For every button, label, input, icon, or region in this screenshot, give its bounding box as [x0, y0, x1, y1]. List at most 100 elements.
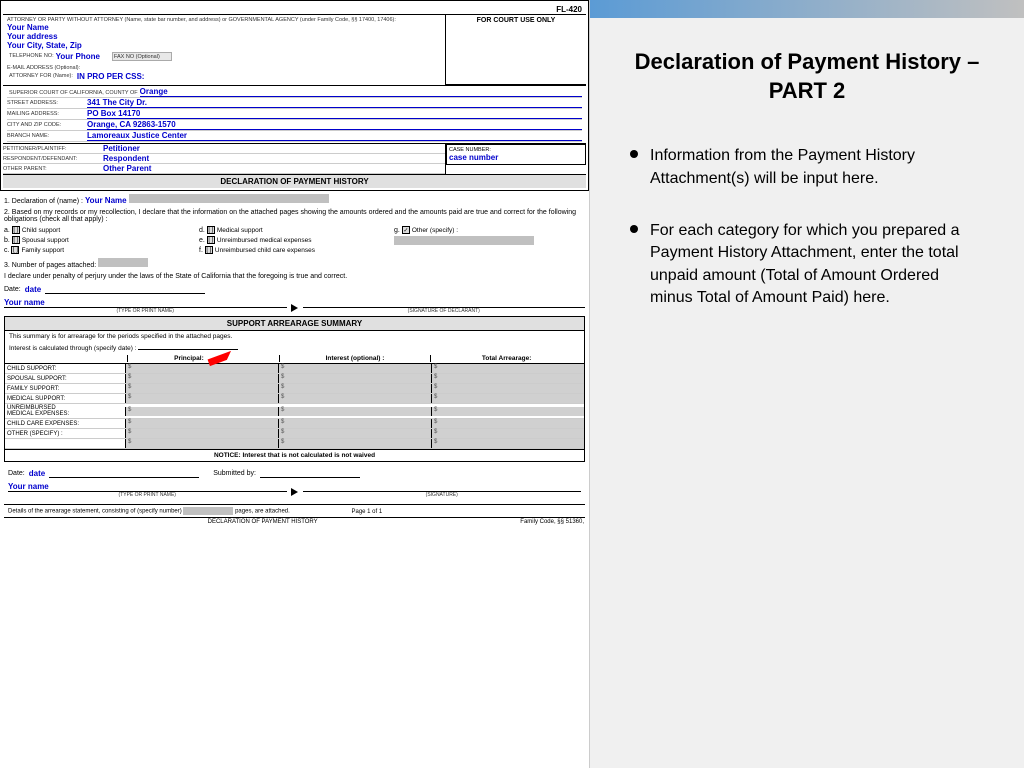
slide-bullet-1: Information from the Payment History Att…	[630, 145, 984, 190]
checkbox-a-box[interactable]: [ ]	[12, 226, 20, 234]
street-label: STREET ADDRESS:	[7, 100, 87, 106]
mailing-label: MAILING ADDRESS:	[7, 111, 87, 117]
interest-date-field	[138, 340, 238, 350]
bottom-form-title: DECLARATION OF PAYMENT HISTORY	[208, 519, 318, 525]
superior-court-label: SUPERIOR COURT OF CALIFORNIA, COUNTY OF	[7, 89, 140, 96]
respondent-value: Respondent	[103, 154, 149, 163]
signature-area-1: Your name (TYPE OR PRINT NAME) (SIGNATUR…	[4, 296, 585, 314]
checkbox-b-label: Spousal support	[22, 237, 69, 244]
checkbox-g-box[interactable]	[402, 226, 410, 234]
branch-label: BRANCH NAME:	[7, 133, 87, 139]
summary-col-interest-header: Interest (optional) :	[279, 355, 431, 362]
attorney-for-row: ATTORNEY FOR (Name): IN PRO PER CSS:	[7, 72, 441, 81]
item1-name: Your Name	[85, 196, 127, 205]
branch-value: Lamoreaux Justice Center	[87, 131, 582, 141]
city-zip-value: Orange, CA 92863-1570	[87, 120, 582, 130]
other-total: $	[431, 429, 584, 438]
family-principal: $	[125, 384, 278, 393]
header-attorney-section: ATTORNEY OR PARTY WITHOUT ATTORNEY (Name…	[3, 14, 586, 85]
respondent-row: RESPONDENT/DEFENDANT: Respondent	[3, 154, 445, 164]
summary-section: SUPPORT ARREARAGE SUMMARY This summary i…	[4, 316, 585, 462]
petitioner-label: PETITIONER/PLAINTIFF:	[3, 146, 103, 152]
street-value: 341 The City Dr.	[87, 98, 582, 108]
child-care-interest: $	[278, 419, 431, 428]
medical-support-label: MEDICAL SUPPORT:	[5, 395, 125, 403]
summary-title: SUPPORT ARREARAGE SUMMARY	[5, 317, 584, 331]
child-support-principal: $	[125, 364, 278, 373]
type-print-label: (TYPE OR PRINT NAME)	[4, 308, 287, 314]
summary-col-principal-header: Principal:	[127, 355, 279, 362]
checkbox-c-box[interactable]: [ ]	[11, 246, 19, 254]
case-number-box: CASE NUMBER: case number	[446, 144, 586, 165]
perjury-text: I declare under penalty of perjury under…	[4, 273, 585, 280]
notice-bar: NOTICE: Interest that is not calculated …	[5, 449, 584, 461]
pages-box	[98, 258, 148, 267]
date-row-2: Date: date Submitted by:	[8, 468, 581, 478]
summary-col-total-header: Total Arrearage:	[430, 355, 582, 362]
checkbox-e-box[interactable]: [ ]	[207, 236, 215, 244]
item1-gray-box	[129, 194, 329, 203]
email-row: E-MAIL ADDRESS (Optional):	[7, 65, 441, 71]
child-support-interest: $	[278, 364, 431, 373]
date-value-1: date	[25, 285, 41, 294]
other-parent-value: Other Parent	[103, 164, 151, 173]
petitioner-value: Petitioner	[103, 144, 140, 153]
item-2: 2. Based on my records or my recollectio…	[4, 209, 585, 254]
date-value-2: date	[29, 469, 45, 478]
other-parent-row: OTHER PARENT: Other Parent	[3, 164, 445, 174]
unreimbursed-principal: $	[125, 407, 278, 416]
slide-bullet-2-text: For each category for which you prepared…	[650, 220, 984, 310]
checkbox-a: a. [ ] Child support	[4, 226, 195, 234]
document-panel: FL-420 ATTORNEY OR PARTY WITHOUT ATTORNE…	[0, 0, 590, 768]
spousal-principal: $	[125, 374, 278, 383]
medical-total: $	[431, 394, 584, 403]
checkbox-col-1: a. [ ] Child support b. [ ] Spousal supp…	[4, 226, 195, 254]
checkbox-b-box[interactable]: [ ]	[12, 236, 20, 244]
signature-line	[303, 296, 586, 308]
empty-total: $	[431, 439, 584, 448]
footer-details: Details of the arrearage statement, cons…	[8, 509, 182, 515]
interest-label: Interest is calculated through (specify …	[9, 345, 137, 352]
date-field-2	[49, 468, 199, 478]
item-1: 1. Declaration of (name) : Your Name	[4, 194, 585, 205]
date-row-1: Date: date	[4, 284, 585, 294]
arrow-right-icon	[291, 304, 298, 312]
phone-row: TELEPHONE NO: Your Phone FAX NO (Optiona…	[7, 52, 441, 64]
bullet-dot-1	[630, 150, 638, 158]
city-zip-label: CITY AND ZIP CODE:	[7, 122, 87, 128]
footer-pages-text: pages, are attached.	[235, 509, 290, 515]
checkbox-f-box[interactable]: [ ]	[205, 246, 213, 254]
checkbox-b: b. [ ] Spousal support	[4, 236, 195, 244]
other-row: OTHER (specify) : $ $ $	[5, 429, 584, 439]
other-interest: $	[278, 429, 431, 438]
date-field-1	[45, 284, 205, 294]
bottom-title-bar: DECLARATION OF PAYMENT HISTORY Family Co…	[4, 517, 585, 526]
child-support-total: $	[431, 364, 584, 373]
checkbox-a-label: Child support	[22, 227, 60, 234]
unreimbursed-total: $	[431, 407, 584, 416]
family-total: $	[431, 384, 584, 393]
checkbox-col-2: d. [ ] Medical support e. [ ] Unreimburs…	[199, 226, 390, 254]
print-name-area: Your name (TYPE OR PRINT NAME)	[4, 298, 287, 314]
checkbox-c: c. [ ] Family support	[4, 246, 195, 254]
attorney-for-label: ATTORNEY FOR (Name):	[7, 72, 75, 81]
spousal-total: $	[431, 374, 584, 383]
family-support-row: FAMILY SUPPORT: $ $ $	[5, 384, 584, 394]
summary-intro: This summary is for arrearage for the pe…	[5, 331, 584, 354]
spousal-support-label: SPOUSAL SUPPORT:	[5, 375, 125, 383]
attorney-name: Your Name	[7, 23, 441, 32]
checkbox-f: f. [ ] Unreimbursed child care expenses	[199, 246, 390, 254]
item1-prefix: 1. Declaration of (name) :	[4, 198, 83, 205]
slide-top-bar	[590, 0, 1024, 18]
petitioner-row: PETITIONER/PLAINTIFF: Petitioner	[3, 144, 445, 154]
slide-title: Declaration of Payment History – PART 2	[630, 48, 984, 105]
checkbox-d-box[interactable]: [ ]	[207, 226, 215, 234]
checkbox-f-label: Unreimbursed child care expenses	[215, 247, 315, 254]
fax-box: FAX NO (Optional)	[112, 52, 172, 61]
unreimbursed-label: UNREIMBURSED MEDICAL EXPENSES:	[5, 404, 125, 418]
attorney-info: ATTORNEY OR PARTY WITHOUT ATTORNEY (Name…	[3, 15, 446, 85]
checkbox-g: g. Other (specify) :	[394, 226, 585, 234]
principal-label: Principal:	[174, 355, 204, 362]
declaration-title: DECLARATION OF PAYMENT HISTORY	[3, 174, 586, 188]
signature-area-right: (SIGNATURE OF DECLARANT)	[303, 296, 586, 314]
